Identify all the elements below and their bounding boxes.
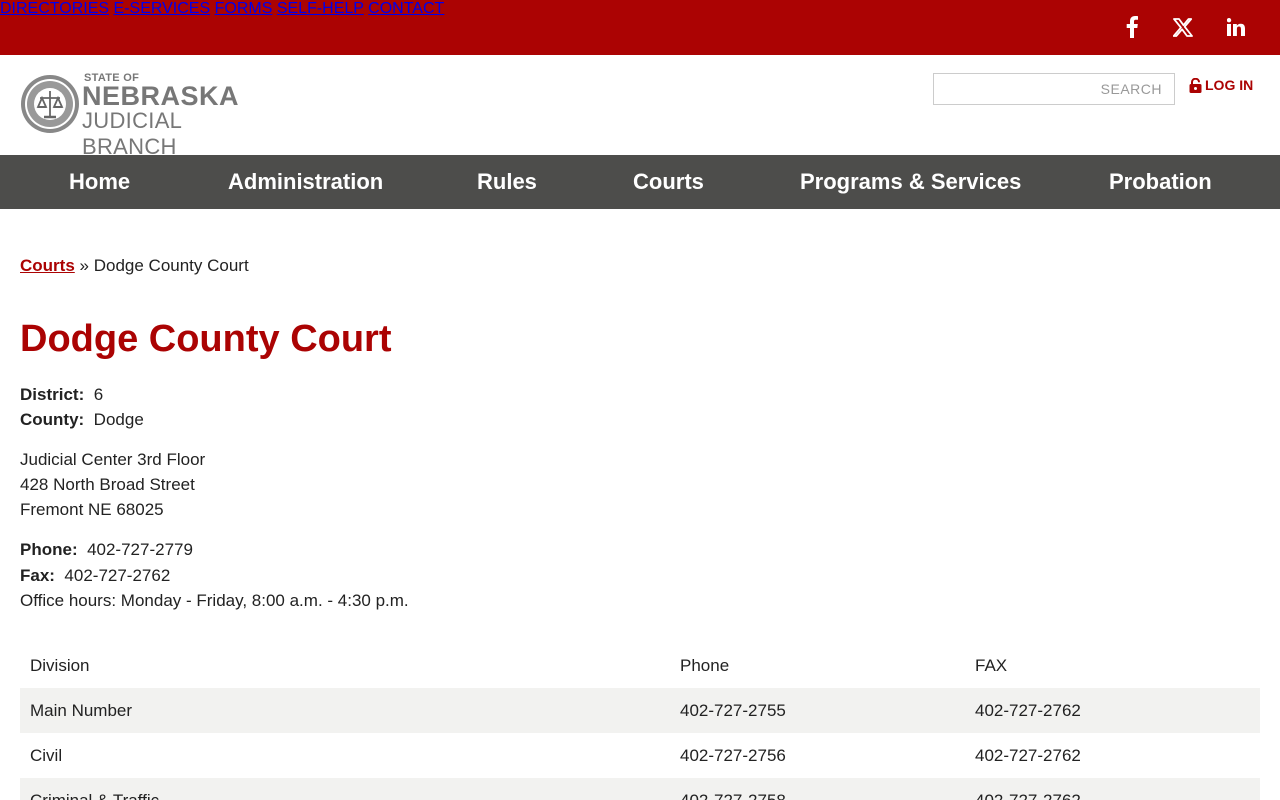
- breadcrumb-separator: »: [79, 256, 89, 275]
- breadcrumb-current: Dodge County Court: [93, 256, 249, 275]
- main-nav-home[interactable]: Home: [69, 169, 130, 195]
- phone-label: Phone:: [20, 540, 78, 559]
- table-cell-division: Criminal & Traffic: [30, 791, 159, 800]
- table-row: Main Number 402-727-2755 402-727-2762: [20, 688, 1260, 733]
- table-cell-phone: 402-727-2758: [680, 791, 786, 800]
- lock-icon: [1189, 77, 1202, 93]
- nav-self-help[interactable]: SELF-HELP: [277, 0, 364, 17]
- search-input[interactable]: [933, 73, 1175, 105]
- main-nav-administration[interactable]: Administration: [228, 169, 383, 195]
- login-link[interactable]: LOG IN: [1189, 77, 1253, 93]
- nav-forms[interactable]: FORMS: [215, 0, 273, 17]
- site-logo[interactable]: STATE OF NEBRASKA JUDICIAL BRANCH: [20, 72, 280, 159]
- table-header-fax: FAX: [975, 656, 1008, 675]
- utility-nav: DIRECTORIES E-SERVICES FORMS SELF-HELP C…: [0, 0, 1280, 18]
- table-cell-fax: 402-727-2762: [975, 746, 1081, 765]
- county-value: Dodge: [93, 410, 144, 429]
- court-contact: Phone: 402-727-2779 Fax: 402-727-2762 Of…: [20, 537, 409, 613]
- table-cell-fax: 402-727-2762: [975, 791, 1081, 800]
- district-value: 6: [93, 385, 104, 404]
- address-line-2: 428 North Broad Street: [20, 475, 195, 494]
- fax-label: Fax:: [20, 566, 55, 585]
- main-nav: Home Administration Rules Courts Program…: [0, 155, 1280, 209]
- division-table: Division Phone FAX Main Number 402-727-2…: [20, 643, 1260, 800]
- table-cell-division: Civil: [30, 746, 63, 765]
- seal-icon: [21, 75, 79, 133]
- table-row: Civil 402-727-2756 402-727-2762: [20, 733, 1260, 778]
- court-location: District: 6 County: Dodge: [20, 382, 144, 432]
- main-nav-programs-services[interactable]: Programs & Services: [800, 169, 1021, 195]
- breadcrumb: Courts » Dodge County Court: [20, 256, 249, 276]
- logo-judicial-branch: JUDICIAL BRANCH: [82, 108, 182, 159]
- table-cell-fax: 402-727-2762: [975, 701, 1081, 720]
- address-line-1: Judicial Center 3rd Floor: [20, 450, 206, 469]
- county-label: County:: [20, 410, 85, 429]
- table-header-division: Division: [30, 656, 90, 675]
- main-nav-probation[interactable]: Probation: [1109, 169, 1212, 195]
- table-cell-phone: 402-727-2755: [680, 701, 786, 720]
- table-row: Criminal & Traffic 402-727-2758 402-727-…: [20, 778, 1260, 800]
- address-line-3: Fremont NE 68025: [20, 500, 164, 519]
- x-twitter-icon[interactable]: [1170, 14, 1196, 40]
- main-nav-rules[interactable]: Rules: [477, 169, 537, 195]
- page-title: Dodge County Court: [20, 318, 392, 360]
- fax-value: 402-727-2762: [64, 566, 171, 585]
- breadcrumb-courts-link[interactable]: Courts: [20, 256, 75, 275]
- table-cell-phone: 402-727-2756: [680, 746, 786, 765]
- court-address: Judicial Center 3rd Floor 428 North Broa…: [20, 447, 205, 522]
- table-cell-division: Main Number: [30, 701, 133, 720]
- facebook-icon[interactable]: [1119, 14, 1145, 40]
- top-bar: DIRECTORIES E-SERVICES FORMS SELF-HELP C…: [0, 0, 1280, 55]
- main-nav-courts[interactable]: Courts: [633, 169, 704, 195]
- table-header-row: Division Phone FAX: [20, 643, 1260, 688]
- linkedin-icon[interactable]: [1223, 14, 1249, 40]
- nav-e-services[interactable]: E-SERVICES: [114, 0, 211, 17]
- office-hours: Office hours: Monday - Friday, 8:00 a.m.…: [20, 591, 409, 610]
- table-header-phone: Phone: [680, 656, 730, 675]
- phone-value: 402-727-2779: [87, 540, 193, 559]
- district-label: District:: [20, 385, 85, 404]
- nav-directories[interactable]: DIRECTORIES: [0, 0, 109, 17]
- nav-contact[interactable]: CONTACT: [368, 0, 444, 17]
- login-label: LOG IN: [1205, 77, 1254, 93]
